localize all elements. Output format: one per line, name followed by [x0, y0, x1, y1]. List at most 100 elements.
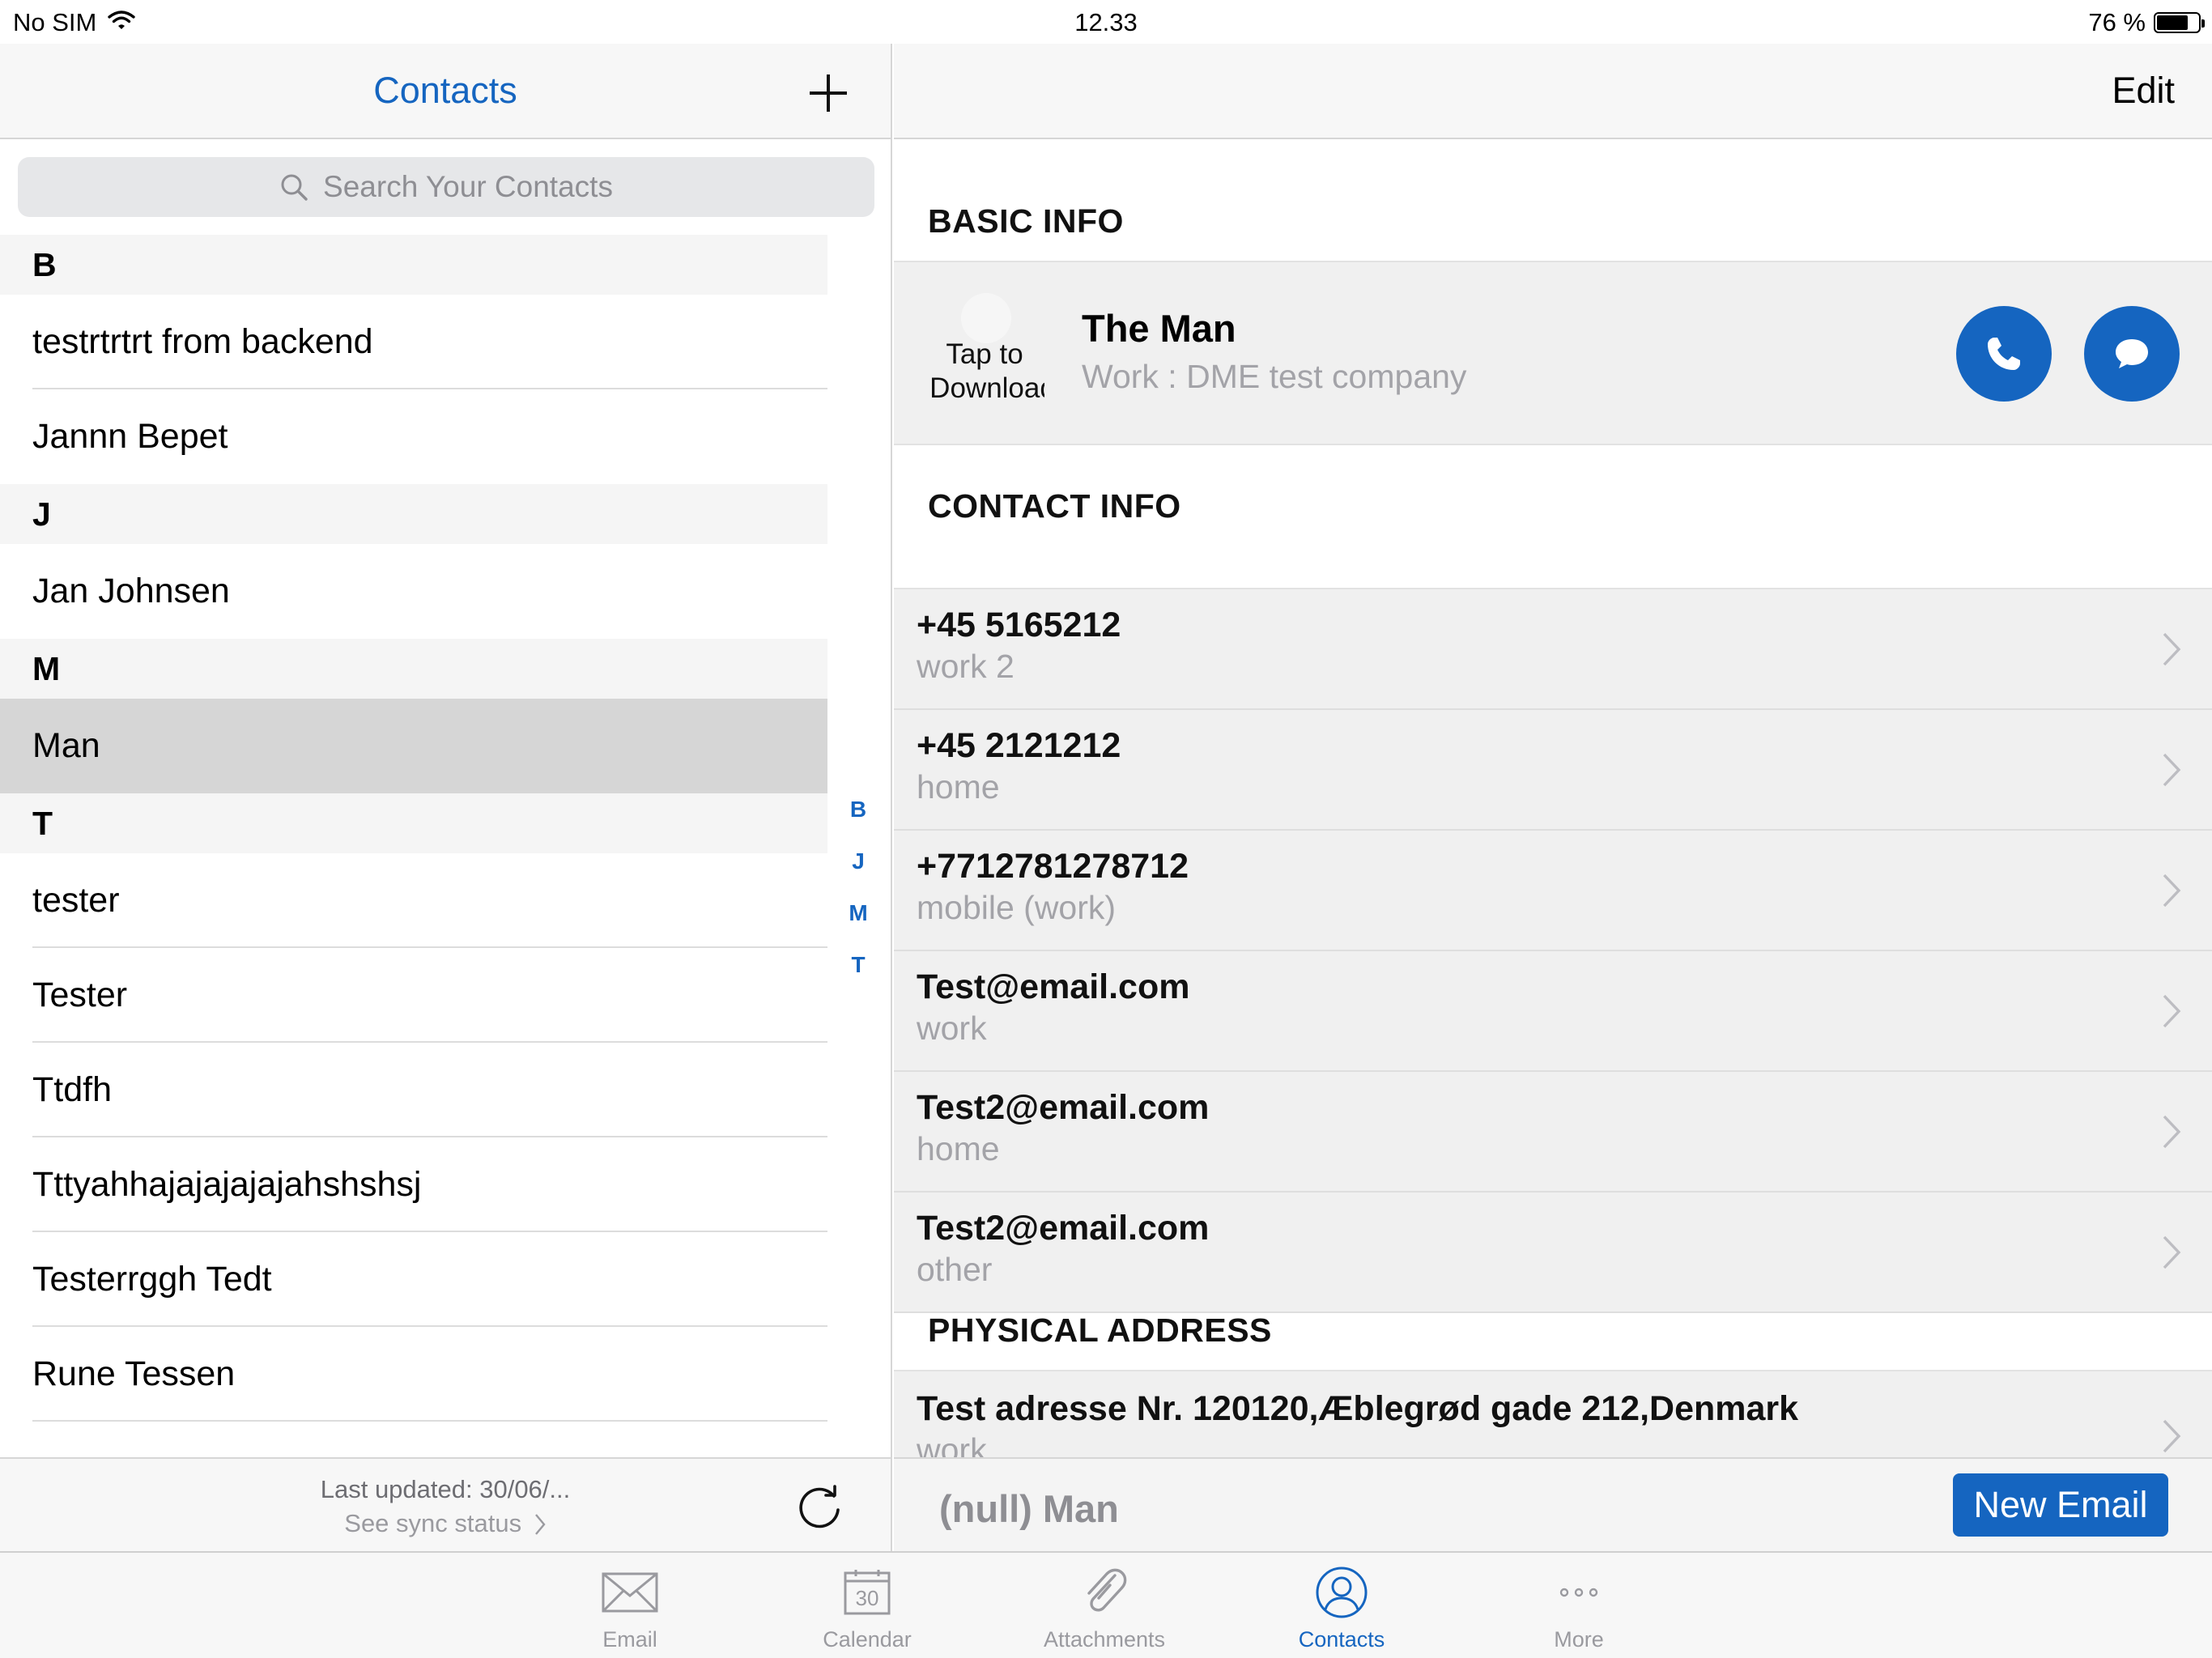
- index-letter[interactable]: B: [850, 797, 866, 823]
- contact-row[interactable]: Tester: [0, 948, 827, 1043]
- search-bar[interactable]: Search Your Contacts: [18, 157, 874, 217]
- contact-info-label: work 2: [917, 648, 1015, 685]
- contacts-icon: [1261, 1564, 1423, 1621]
- contact-info-label: work: [917, 1010, 987, 1047]
- chevron-right-icon: [2163, 1419, 2181, 1453]
- contact-row[interactable]: Tttyahhajajajajajahshshsj: [0, 1137, 827, 1232]
- basic-info-card: Tap to Download The Man Work : DME test …: [894, 261, 2212, 445]
- contacts-title: Contacts: [373, 70, 517, 111]
- address-value: Test adresse Nr. 120120,Æblegrød gade 21…: [917, 1389, 1799, 1428]
- contact-row[interactable]: Man: [0, 699, 827, 793]
- status-right: 76 %: [2088, 8, 2205, 37]
- sync-bar: Last updated: 30/06/... See sync status: [0, 1457, 891, 1551]
- contact-name: The Man: [1082, 307, 1236, 350]
- contact-list: Btestrtrtrt from backend Jannn Bepet J Jan …: [0, 235, 827, 1422]
- tab-contacts-label: Contacts: [1298, 1627, 1385, 1652]
- chat-bubble-icon: [2116, 339, 2148, 368]
- contact-row[interactable]: Rune Tessen: [0, 1327, 827, 1422]
- contact-row[interactable]: Ttdfh: [0, 1043, 827, 1137]
- contact-info-value: +45 2121212: [917, 726, 1121, 765]
- status-bar: No SIM 12.33 76 %: [0, 0, 2212, 44]
- tab-attachments[interactable]: Attachments: [1023, 1564, 1185, 1652]
- battery-icon: [2154, 12, 2205, 33]
- section-header: B: [0, 235, 827, 295]
- chevron-right-icon: [2163, 874, 2181, 908]
- search-input[interactable]: Search Your Contacts: [18, 157, 874, 217]
- add-contact-button[interactable]: [802, 66, 855, 120]
- contact-row[interactable]: testrtrtrt from backend: [0, 295, 827, 389]
- alphabet-index[interactable]: BJMT: [834, 797, 883, 978]
- tab-bar: Email 30 Calendar Attachments Contacts M…: [0, 1551, 2212, 1658]
- contact-info-value: +45 5165212: [917, 606, 1121, 644]
- contact-info-list: +45 5165212 work 2 +45 2121212 home +7712781…: [894, 588, 2212, 1313]
- battery-percent: 76 %: [2088, 8, 2146, 36]
- contact-info-label: home: [917, 1130, 1000, 1167]
- phone-icon: [1988, 338, 2020, 370]
- action-bar-name: (null) Man: [939, 1487, 1119, 1530]
- status-time: 12.33: [1074, 8, 1138, 36]
- contact-info-value: Test2@email.com: [917, 1209, 1210, 1248]
- avatar-placeholder: [961, 293, 1011, 343]
- contact-company: Work : DME test company: [1082, 358, 1467, 395]
- more-icon: [1498, 1564, 1660, 1621]
- contact-row[interactable]: Testerrggh Tedt: [0, 1232, 827, 1327]
- calendar-icon-day: 30: [856, 1586, 879, 1610]
- physical-address-heading: PHYSICAL ADDRESS: [928, 1312, 1272, 1349]
- contact-info-label: mobile (work): [917, 889, 1117, 926]
- contact-row[interactable]: Jannn Bepet: [0, 389, 827, 484]
- tab-contacts[interactable]: Contacts: [1261, 1564, 1423, 1652]
- contacts-pane: Contacts Search Your Contacts Btestrtrtr…: [0, 44, 892, 1551]
- last-updated-text: Last updated: 30/06/...: [320, 1475, 571, 1503]
- tab-calendar[interactable]: 30 Calendar: [786, 1564, 948, 1652]
- contact-info-value: +7712781278712: [917, 847, 1189, 886]
- contact-info-label: home: [917, 768, 1000, 806]
- tab-email[interactable]: Email: [549, 1564, 711, 1652]
- contact-info-value: Test@email.com: [917, 967, 1190, 1006]
- contact-info-row[interactable]: +45 5165212 work 2: [894, 589, 2212, 710]
- chevron-right-icon: [2163, 753, 2181, 787]
- sync-status-label: See sync status: [344, 1509, 522, 1537]
- message-button[interactable]: [2084, 306, 2180, 402]
- contact-info-row[interactable]: +45 2121212 home: [894, 710, 2212, 831]
- basic-info-heading: BASIC INFO: [928, 202, 1124, 240]
- section-header: J: [0, 484, 827, 544]
- contact-info-value: Test2@email.com: [917, 1088, 1210, 1127]
- paperclip-icon: [1023, 1564, 1185, 1621]
- chevron-right-icon: [2163, 1115, 2181, 1149]
- avatar[interactable]: Tap to Download: [925, 287, 1044, 424]
- contact-info-row[interactable]: Test@email.com work: [894, 951, 2212, 1072]
- plus-icon: [810, 74, 847, 112]
- tab-email-label: Email: [602, 1627, 657, 1652]
- tab-more[interactable]: More: [1498, 1564, 1660, 1652]
- chevron-right-icon: [2163, 632, 2181, 666]
- new-email-button[interactable]: New Email: [1953, 1473, 2168, 1537]
- contact-info-label: other: [917, 1251, 993, 1288]
- contact-detail-pane: Edit BASIC INFO Tap to Download The Man …: [894, 44, 2212, 1551]
- index-letter[interactable]: J: [852, 848, 865, 874]
- contact-info-row[interactable]: Test2@email.com other: [894, 1192, 2212, 1313]
- contact-row[interactable]: tester: [0, 853, 827, 948]
- section-header: T: [0, 793, 827, 853]
- search-placeholder: Search Your Contacts: [323, 170, 613, 203]
- index-letter[interactable]: M: [849, 900, 867, 926]
- chevron-right-icon: [2163, 1235, 2181, 1269]
- index-letter[interactable]: T: [851, 952, 865, 978]
- sync-info: Last updated: 30/06/... See sync status: [0, 1475, 891, 1538]
- email-action-bar: (null) Man New Email: [894, 1457, 2212, 1551]
- contact-info-row[interactable]: +7712781278712 mobile (work): [894, 831, 2212, 951]
- edit-button[interactable]: Edit: [2112, 70, 2175, 112]
- refresh-icon: [799, 1485, 840, 1528]
- screen: No SIM 12.33 76 % Contacts Search Your C…: [0, 0, 2212, 1658]
- call-button[interactable]: [1956, 306, 2052, 402]
- contact-info-row[interactable]: Test2@email.com home: [894, 1072, 2212, 1192]
- avatar-tap-text: Tap to: [946, 338, 1023, 370]
- contact-row[interactable]: Jan Johnsen: [0, 544, 827, 639]
- tab-calendar-label: Calendar: [823, 1627, 912, 1652]
- tab-attachments-label: Attachments: [1043, 1627, 1166, 1652]
- sync-status-link[interactable]: See sync status: [0, 1509, 891, 1538]
- refresh-button[interactable]: [795, 1482, 845, 1532]
- contacts-nav-bar: Contacts: [0, 44, 891, 139]
- calendar-icon: 30: [786, 1564, 948, 1621]
- detail-nav-bar: Edit: [894, 44, 2212, 139]
- section-header: M: [0, 639, 827, 699]
